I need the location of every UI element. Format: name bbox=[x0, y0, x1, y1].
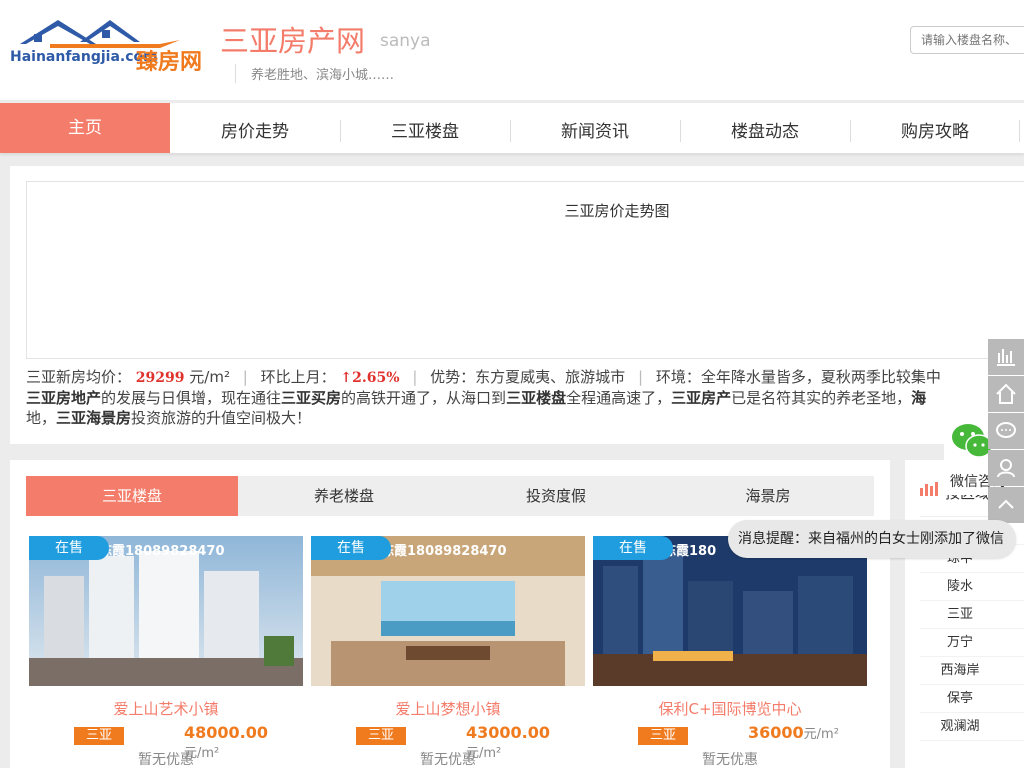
region-item[interactable]: 三亚 bbox=[920, 601, 1024, 629]
property-price: 48000.00 元/m² bbox=[184, 723, 303, 761]
stats-divider: | bbox=[412, 368, 418, 386]
search-input[interactable] bbox=[910, 26, 1024, 54]
tab-retirement[interactable]: 养老楼盘 bbox=[238, 476, 450, 516]
area-badge: 三亚 bbox=[638, 727, 688, 745]
keyword-link[interactable]: 三亚海景房 bbox=[56, 409, 131, 427]
side-chart-button[interactable] bbox=[988, 339, 1024, 375]
keyword-link[interactable]: 海 bbox=[911, 389, 926, 407]
notification-toast: 消息提醒：来自福州的白女士刚添加了微信 bbox=[728, 520, 1016, 558]
listing-tabs: 三亚楼盘 养老楼盘 投资度假 海景房 bbox=[26, 476, 874, 516]
region-item[interactable]: 陵水 bbox=[920, 573, 1024, 601]
keyword-link[interactable]: 三亚房地产 bbox=[26, 389, 101, 407]
nav-item-buying-guide[interactable]: 购房攻略 bbox=[850, 103, 1020, 153]
desc-text: 已是名符其实的养老圣地， bbox=[731, 389, 912, 407]
status-badge: 在售 bbox=[593, 536, 673, 560]
avg-price-label: 三亚新房均价： bbox=[26, 368, 132, 386]
site-subtitle: sanya bbox=[380, 31, 431, 51]
bar-chart-icon bbox=[920, 482, 938, 496]
property-name[interactable]: 爱上山梦想小镇 bbox=[311, 698, 585, 719]
keyword-link[interactable]: 三亚房产 bbox=[671, 389, 731, 407]
avg-price-unit: 元/m² bbox=[189, 368, 230, 386]
customer-service-icon bbox=[997, 459, 1015, 478]
price-row: 三亚 48000.00 元/m² bbox=[29, 723, 303, 761]
stats-divider: | bbox=[242, 368, 248, 386]
mom-label: 环比上月： bbox=[260, 368, 336, 386]
side-service-button[interactable] bbox=[988, 450, 1024, 486]
nav-item-home[interactable]: 主页 bbox=[0, 103, 170, 153]
site-slogan: 养老胜地、滨海小城…… bbox=[235, 64, 394, 83]
nav-item-news[interactable]: 新闻资讯 bbox=[510, 103, 680, 153]
region-item[interactable]: 西海岸 bbox=[920, 657, 1024, 685]
price-trend-panel: 三亚房价走势图 三亚新房均价： 29299 元/m² | 环比上月： ↑2.65… bbox=[10, 166, 1024, 444]
price-unit: 元/m² bbox=[803, 727, 839, 742]
area-badge: 三亚 bbox=[356, 727, 406, 745]
price-value: 36000 bbox=[748, 723, 804, 742]
tab-seaview[interactable]: 海景房 bbox=[662, 476, 874, 516]
desc-text: 的高铁开通了，从海口到 bbox=[341, 389, 507, 407]
keyword-link[interactable]: 三亚楼盘 bbox=[506, 389, 566, 407]
contact-phone-watermark: 陈霞18089828470 bbox=[99, 544, 225, 559]
region-item[interactable]: 观澜湖 bbox=[920, 713, 1024, 741]
price-value: 48000.00 bbox=[184, 723, 269, 742]
home-icon bbox=[996, 383, 1016, 404]
side-home-button[interactable] bbox=[988, 376, 1024, 412]
price-trend-chart: 三亚房价走势图 bbox=[26, 181, 1024, 359]
price-stats: 三亚新房均价： 29299 元/m² | 环比上月： ↑2.65% | 优势：东… bbox=[26, 366, 941, 387]
region-item[interactable]: 保亭 bbox=[920, 685, 1024, 713]
property-card[interactable]: 在售 陈霞18089828470 爱上山梦想小镇 三亚 43000.00 元/m²… bbox=[311, 536, 585, 768]
property-photo[interactable]: 在售 陈霞18089828470 bbox=[29, 536, 303, 686]
region-item[interactable]: 万宁 bbox=[920, 629, 1024, 657]
back-to-top-button[interactable] bbox=[988, 487, 1024, 523]
stats-divider: | bbox=[637, 368, 644, 386]
price-row: 三亚 36000元/m² bbox=[593, 723, 867, 747]
contact-phone-watermark: 陈霞18089828470 bbox=[381, 544, 507, 559]
keyword-link[interactable]: 三亚买房 bbox=[281, 389, 341, 407]
logo-brand-text: 臻房网 bbox=[136, 50, 203, 75]
property-photo[interactable]: 在售 陈霞180 bbox=[593, 536, 867, 686]
status-badge: 在售 bbox=[29, 536, 109, 560]
price-unit: 元/m² bbox=[184, 746, 220, 761]
property-price: 36000元/m² bbox=[748, 723, 839, 742]
status-badge: 在售 bbox=[311, 536, 391, 560]
price-unit: 元/m² bbox=[466, 746, 502, 761]
area-badge: 三亚 bbox=[74, 727, 124, 745]
chevron-up-icon bbox=[998, 499, 1014, 509]
tab-investment[interactable]: 投资度假 bbox=[450, 476, 662, 516]
property-name[interactable]: 爱上山艺术小镇 bbox=[29, 698, 303, 719]
nav-divider bbox=[1019, 120, 1020, 142]
desc-text: 全程通高速了， bbox=[566, 389, 672, 407]
main-nav: 主页 房价走势 三亚楼盘 新闻资讯 楼盘动态 购房攻略 bbox=[0, 103, 1024, 153]
site-header: Hainanfangjia.com 臻房网 三亚房产网 sanya 养老胜地、滨… bbox=[0, 0, 1024, 100]
property-photo[interactable]: 在售 陈霞18089828470 bbox=[311, 536, 585, 686]
promo-text: 暂无优惠 bbox=[702, 752, 758, 768]
listings-panel: 三亚楼盘 养老楼盘 投资度假 海景房 在售 陈霞18089828470 爱上山艺… bbox=[10, 460, 890, 768]
nav-item-sanya-properties[interactable]: 三亚楼盘 bbox=[340, 103, 510, 153]
mom-value: ↑2.65% bbox=[340, 370, 400, 386]
nav-item-property-updates[interactable]: 楼盘动态 bbox=[680, 103, 850, 153]
market-description: 三亚房地产的发展与日俱增，现在通往三亚买房的高铁开通了，从海口到三亚楼盘全程通高… bbox=[26, 388, 1016, 428]
property-card[interactable]: 在售 陈霞180 保利C+国际博览中心 三亚 36000元/m² 暂无优惠 bbox=[593, 536, 867, 768]
property-name[interactable]: 保利C+国际博览中心 bbox=[593, 698, 867, 719]
avg-price-value: 29299 bbox=[135, 370, 185, 386]
price-row: 三亚 43000.00 元/m² bbox=[311, 723, 585, 761]
price-value: 43000.00 bbox=[466, 723, 551, 742]
bar-chart-icon bbox=[997, 349, 1015, 366]
advantage-text: 优势：东方夏威夷、旅游城市 bbox=[430, 368, 626, 386]
desc-text: 地， bbox=[26, 409, 57, 427]
property-price: 43000.00 元/m² bbox=[466, 723, 585, 761]
nav-item-price-trend[interactable]: 房价走势 bbox=[170, 103, 340, 153]
site-title[interactable]: 三亚房产网 bbox=[220, 18, 365, 60]
desc-text: 投资旅游的升值空间极大！ bbox=[131, 409, 312, 427]
side-chat-button[interactable] bbox=[988, 413, 1024, 449]
desc-text: 的发展与日俱增，现在通往 bbox=[101, 389, 282, 407]
chat-bubble-icon bbox=[996, 422, 1016, 438]
site-logo[interactable]: Hainanfangjia.com 臻房网 bbox=[10, 14, 205, 80]
chart-title: 三亚房价走势图 bbox=[564, 202, 670, 220]
environment-text: 环境：全年降水量皆多，夏秋两季比较集中 bbox=[655, 368, 941, 386]
property-card[interactable]: 在售 陈霞18089828470 爱上山艺术小镇 三亚 48000.00 元/m²… bbox=[29, 536, 303, 768]
tab-sanya-properties[interactable]: 三亚楼盘 bbox=[26, 476, 238, 516]
